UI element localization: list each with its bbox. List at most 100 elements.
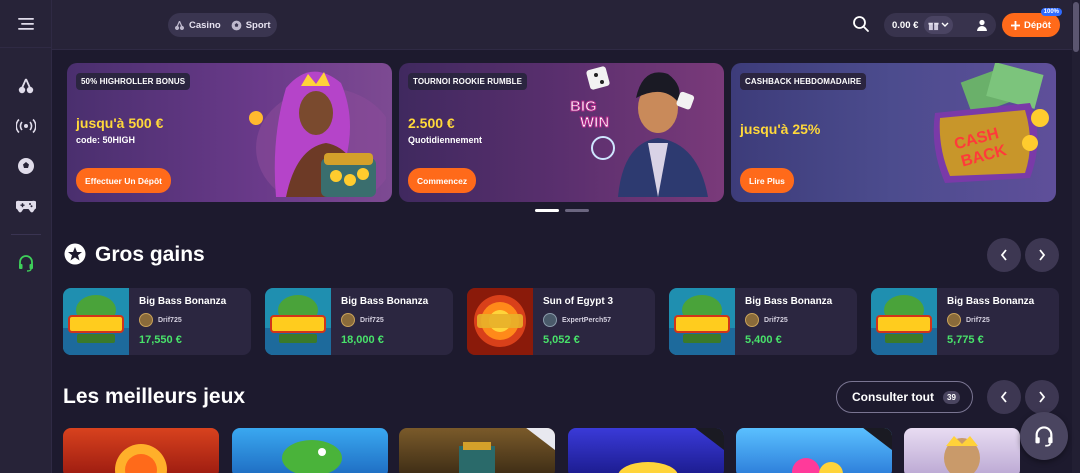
game-thumbnail-big-bass [265, 288, 331, 355]
win-game-name: Big Bass Bonanza [947, 296, 1035, 307]
scrollbar-thumb[interactable] [1073, 2, 1079, 52]
sidebar-item-casino[interactable] [0, 66, 51, 106]
hamburger-icon [17, 17, 34, 30]
user-avatar [543, 313, 557, 327]
win-game-name: Big Bass Bonanza [745, 296, 833, 307]
menu-toggle-button[interactable] [0, 0, 51, 48]
chevron-right-icon [1039, 249, 1046, 261]
sidebar-item-live[interactable] [0, 106, 51, 146]
banner-cta-button[interactable]: Effectuer Un Dépôt [76, 168, 171, 193]
game-tile[interactable] [399, 428, 555, 473]
games-count-badge: 39 [943, 390, 960, 404]
win-username: Drif725 [158, 316, 182, 324]
big-win-art-text-1: BIG [570, 98, 597, 115]
chevron-left-icon [1000, 249, 1007, 261]
big-win-art-text-2: WIN [580, 114, 609, 131]
tab-casino-label: Casino [189, 19, 221, 31]
win-user: Drif725 [745, 313, 788, 327]
user-icon [977, 19, 987, 31]
banner-tag: CASHBACK HEBDOMADAIRE [740, 73, 867, 90]
vertical-switch: Casino Sport [168, 13, 277, 37]
star-icon [64, 243, 86, 270]
game-tile[interactable] [736, 428, 892, 473]
scrollbar[interactable] [1072, 0, 1080, 473]
balance-amount: 0.00 € [892, 19, 919, 31]
carousel-indicators [535, 209, 589, 212]
cherries-icon [174, 20, 185, 30]
big-win-card[interactable]: Big Bass Bonanza Drif725 18,000 € [265, 288, 453, 355]
tab-casino[interactable]: Casino [174, 20, 221, 31]
big-wins-next-button[interactable] [1025, 238, 1059, 272]
banner-cta-button[interactable]: Lire Plus [740, 168, 794, 193]
live-broadcast-icon [15, 118, 36, 134]
banner-illustration-wallet: CASH BACK [880, 63, 1050, 202]
game-tile[interactable] [568, 428, 724, 473]
win-username: Drif725 [966, 316, 990, 324]
banner-subtext: code: 50HIGH [76, 135, 136, 145]
win-username: Drif725 [360, 316, 384, 324]
game-thumbnail-sun-of-egypt [467, 288, 533, 355]
chevron-down-icon [941, 22, 949, 27]
soccer-ball-icon [17, 158, 34, 174]
tab-sport[interactable]: Sport [231, 20, 271, 31]
carousel-dot-1[interactable] [535, 209, 559, 212]
win-amount: 5,775 € [947, 334, 984, 346]
carousel-dot-2[interactable] [565, 209, 589, 212]
banner-headline: jusqu'à 25% [740, 121, 821, 137]
banner-cta-button[interactable]: Commencez [408, 168, 477, 193]
win-amount: 5,052 € [543, 334, 580, 346]
big-win-card[interactable]: Sun of Egypt 3 ExpertPerch57 5,052 € [467, 288, 655, 355]
win-username: ExpertPerch57 [562, 316, 612, 324]
promo-banner-rookie-rumble[interactable]: BIG WIN TOURNOI ROOKIE RUMBLE 2.500 € Qu… [399, 63, 724, 202]
section-title-top-games: Les meilleurs jeux [63, 385, 246, 408]
game-thumbnail-big-bass [871, 288, 937, 355]
top-games-next-button[interactable] [1025, 380, 1059, 414]
view-all-button[interactable]: Consulter tout 39 [836, 381, 973, 413]
big-win-card[interactable]: Big Bass Bonanza Drif725 5,400 € [669, 288, 857, 355]
chevron-left-icon [1000, 391, 1007, 403]
win-user: Drif725 [947, 313, 990, 327]
game-tile[interactable] [232, 428, 388, 473]
win-username: Drif725 [764, 316, 788, 324]
sidebar-item-sport[interactable] [0, 146, 51, 186]
gamepad-icon [15, 200, 36, 213]
win-amount: 5,400 € [745, 334, 782, 346]
user-avatar [947, 313, 961, 327]
top-games-prev-button[interactable] [987, 380, 1021, 414]
profile-button[interactable] [970, 13, 994, 37]
bonus-dropdown[interactable] [924, 16, 954, 34]
user-avatar [745, 313, 759, 327]
sidebar-divider [10, 234, 41, 235]
sidebar-item-support[interactable] [0, 243, 51, 283]
soccer-ball-icon [231, 20, 242, 30]
view-all-label: Consulter tout [852, 390, 934, 404]
deposit-bonus-badge: 100% [1040, 8, 1062, 16]
headset-icon [18, 255, 33, 272]
game-tile[interactable] [904, 428, 1020, 473]
promo-banner-highroller[interactable]: 50% HIGHROLLER BONUS jusqu'à 500 € code:… [67, 63, 392, 202]
win-amount: 18,000 € [341, 334, 384, 346]
game-tile[interactable] [63, 428, 219, 473]
sidebar-item-games[interactable] [0, 186, 51, 226]
big-win-card[interactable]: Big Bass Bonanza Drif725 5,775 € [871, 288, 1059, 355]
promo-banner-cashback[interactable]: CASH BACK CASHBACK HEBDOMADAIRE jusqu'à … [731, 63, 1056, 202]
deposit-button[interactable]: Dépôt 100% [1002, 8, 1062, 37]
win-user: Drif725 [139, 313, 182, 327]
headset-icon [1035, 426, 1053, 447]
win-amount: 17,550 € [139, 334, 182, 346]
game-thumbnail-big-bass [63, 288, 129, 355]
win-game-name: Big Bass Bonanza [139, 296, 227, 307]
big-win-card[interactable]: Big Bass Bonanza Drif725 17,550 € [63, 288, 251, 355]
deposit-label: Dépôt [1024, 19, 1051, 31]
search-button[interactable] [852, 15, 870, 38]
win-user: Drif725 [341, 313, 384, 327]
win-user: ExpertPerch57 [543, 313, 611, 327]
banner-illustration-gambler: BIG WIN [548, 63, 718, 202]
big-wins-prev-button[interactable] [987, 238, 1021, 272]
support-chat-button[interactable] [1020, 412, 1068, 460]
search-icon [853, 16, 869, 32]
banner-headline: jusqu'à 500 € [76, 115, 164, 131]
banner-headline: 2.500 € [408, 115, 455, 131]
chevron-right-icon [1039, 391, 1046, 403]
top-header: Casino Sport 0.00 € Dépôt 100% [52, 0, 1080, 50]
